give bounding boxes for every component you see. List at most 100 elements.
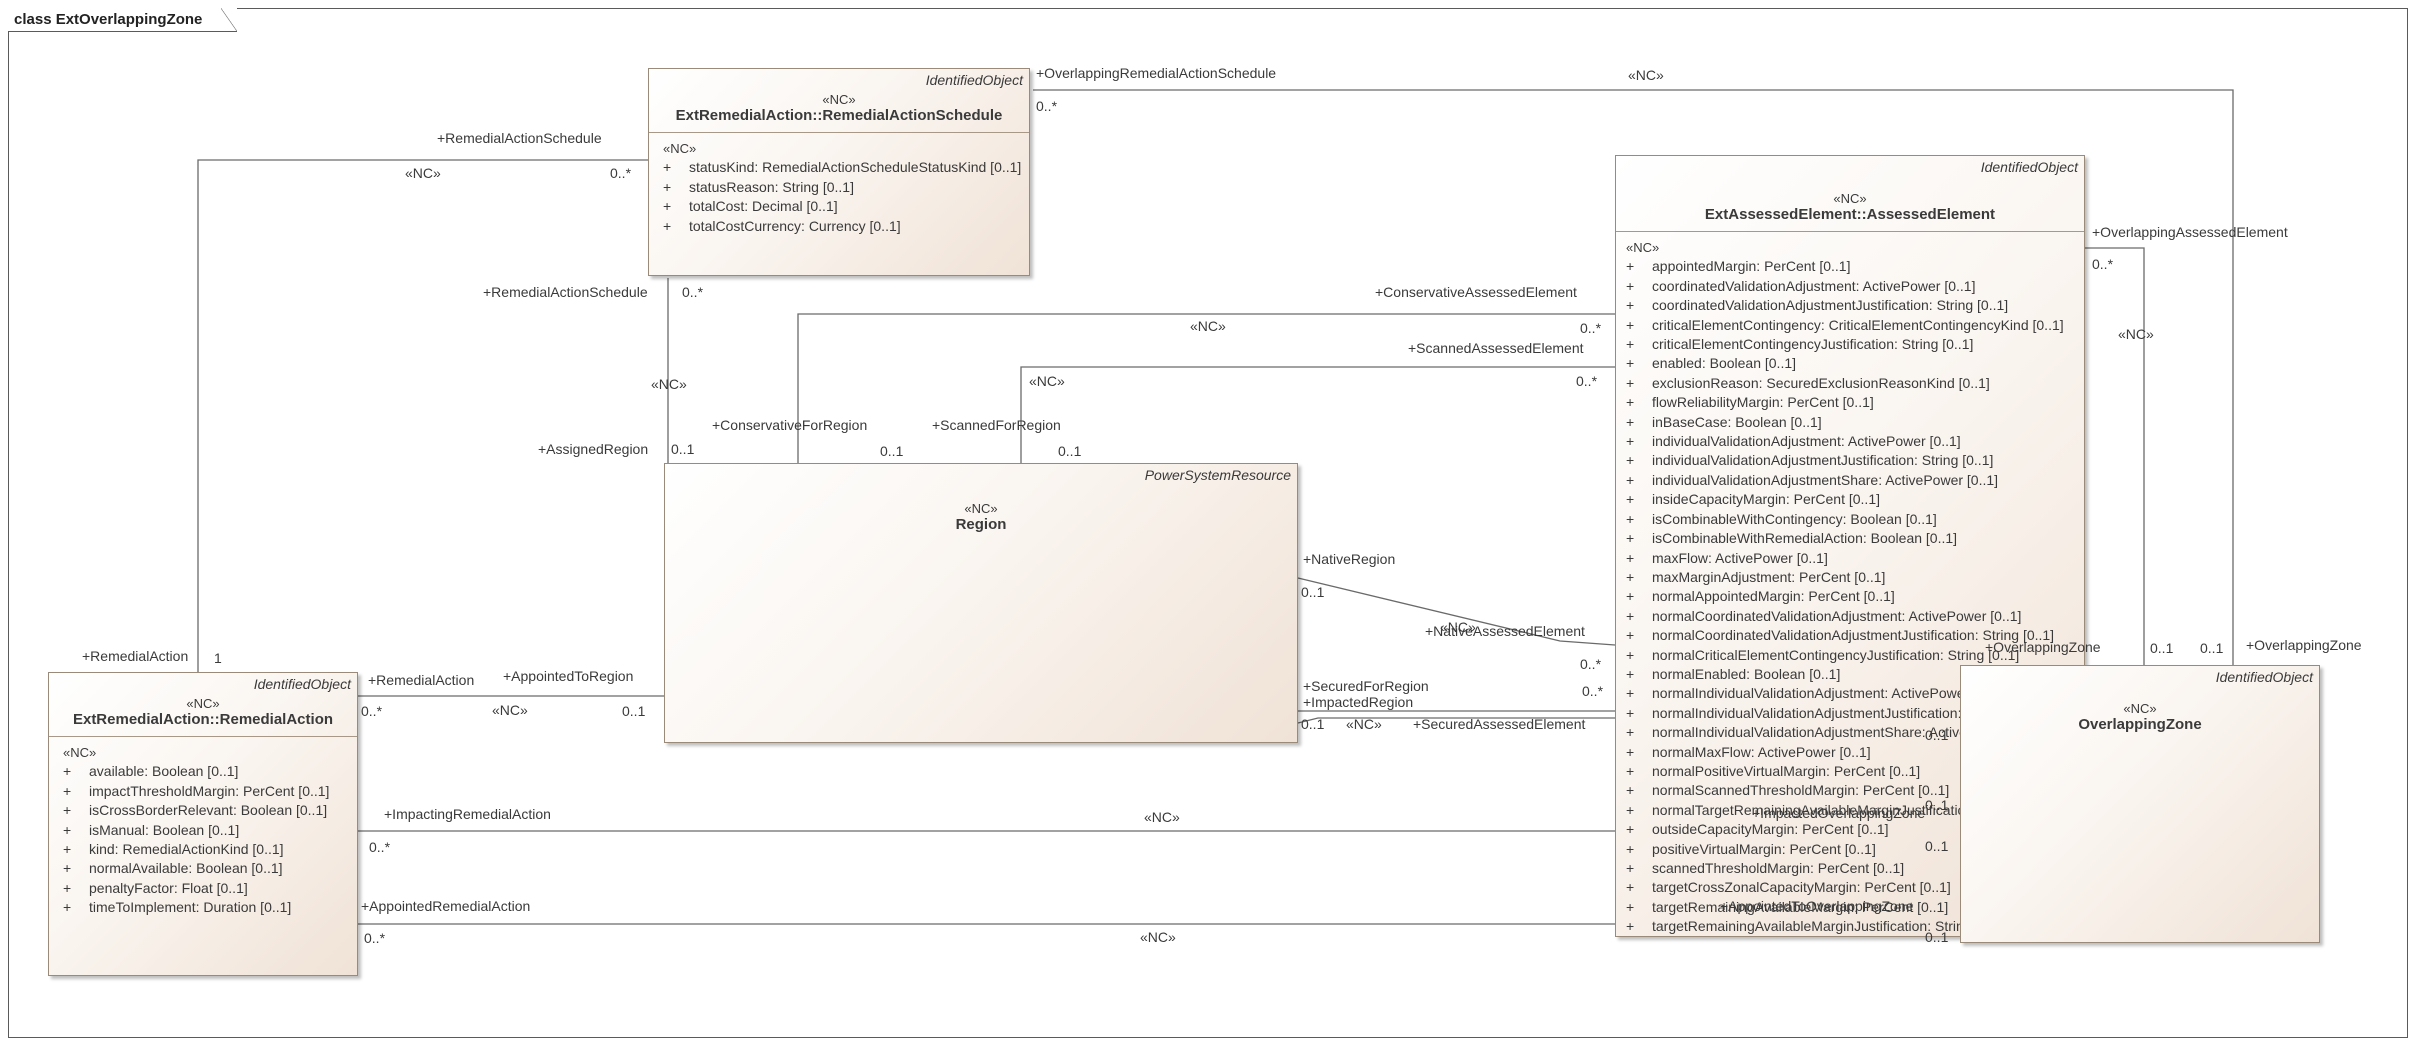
attribute-row: + criticalElementContingencyJustification…	[1626, 336, 1974, 353]
stereotype-label: «NC»	[1440, 619, 1476, 635]
attribute-row: + available: Boolean [0..1]	[63, 763, 239, 780]
attribute-row: + criticalElementContingency: CriticalEle…	[1626, 316, 2064, 333]
attribute-row: + normalAvailable: Boolean [0..1]	[63, 860, 283, 877]
attribute-row: + isCrossBorderRelevant: Boolean [0..1]	[63, 802, 328, 819]
multiplicity-label: 0..*	[682, 284, 704, 300]
multiplicity-label: 0..*	[361, 703, 383, 719]
role-label: +AppointedRemedialAction	[361, 898, 531, 914]
multiplicity-label: 0..*	[369, 839, 391, 855]
attribute-row: + statusReason: String [0..1]	[663, 178, 854, 195]
multiplicity-label: 0..1	[2150, 640, 2174, 656]
attribute-row: + maxFlow: ActivePower [0..1]	[1626, 549, 1828, 566]
stereotype-label: «NC»	[2118, 326, 2154, 342]
attribute-row: + maxMarginAdjustment: PerCent [0..1]	[1626, 568, 1886, 585]
stereotype-label: «NC»	[186, 696, 220, 711]
class-remedial-action-schedule[interactable]: IdentifiedObject «NC» ExtRemedialAction:…	[648, 68, 1030, 276]
multiplicity-label: 0..1	[1925, 838, 1949, 854]
attribute-row: + normalCoordinatedValidationAdjustment: …	[1626, 607, 2022, 624]
role-label: +AppointedToRegion	[503, 668, 634, 684]
stereotype-label: «NC»	[405, 165, 441, 181]
attribute-stereotype: «NC»	[1626, 240, 1660, 255]
parent-class-label: IdentifiedObject	[1980, 159, 2078, 175]
attribute-row: + exclusionReason: SecuredExclusionReason…	[1626, 374, 1990, 391]
class-name: Region	[955, 516, 1007, 533]
stereotype-label: «NC»	[1346, 716, 1382, 732]
multiplicity-label: 0..*	[610, 165, 632, 181]
role-label: +OverlappingAssessedElement	[2092, 224, 2288, 240]
attribute-row: + totalCostCurrency: Currency [0..1]	[663, 217, 901, 234]
multiplicity-label: 0..1	[1301, 584, 1325, 600]
attribute-stereotype: «NC»	[63, 745, 97, 760]
attribute-row: + individualValidationAdjustment: ActiveP…	[1626, 433, 1961, 450]
role-label: +RemedialActionSchedule	[483, 284, 648, 300]
class-region[interactable]: PowerSystemResource «NC» Region	[664, 463, 1298, 743]
role-label: +NativeRegion	[1303, 551, 1396, 567]
attribute-row: + enabled: Boolean [0..1]	[1626, 355, 1797, 372]
role-label: +OverlappingZone	[1985, 639, 2101, 655]
attribute-stereotype: «NC»	[663, 141, 697, 156]
class-name: ExtRemedialAction::RemedialAction	[72, 711, 334, 728]
assoc-conservative	[797, 313, 1615, 463]
class-overlapping-zone[interactable]: IdentifiedObject «NC» OverlappingZone	[1960, 665, 2320, 943]
role-label: +ConservativeAssessedElement	[1375, 284, 1577, 300]
multiplicity-label: 0..*	[1582, 683, 1604, 699]
parent-class-label: IdentifiedObject	[2215, 669, 2313, 685]
stereotype-label: «NC»	[1833, 191, 1867, 206]
multiplicity-label: 0..1	[1058, 443, 1082, 459]
attribute-row: + inBaseCase: Boolean [0..1]	[1626, 413, 1822, 430]
multiplicity-label: 0..1	[1925, 797, 1949, 813]
role-label: +ImpactingRemedialAction	[384, 806, 551, 822]
stereotype-label: «NC»	[1190, 318, 1226, 334]
multiplicity-label: 0..1	[671, 441, 695, 457]
multiplicity-label: 0..*	[1576, 373, 1598, 389]
multiplicity-label: 0..1	[622, 703, 646, 719]
stereotype-label: «NC»	[964, 501, 998, 516]
multiplicity-label: 0..1	[2200, 640, 2224, 656]
attribute-list: «NC» + available: Boolean [0..1] + impactT…	[49, 737, 357, 918]
stereotype-label: «NC»	[1144, 809, 1180, 825]
parent-class-label: IdentifiedObject	[253, 676, 351, 692]
attribute-row: + totalCost: Decimal [0..1]	[663, 198, 838, 215]
role-label: +RemedialActionSchedule	[437, 130, 602, 146]
multiplicity-label: 0..1	[1301, 716, 1325, 732]
role-label: +AppointedToOverlappingZone	[1720, 898, 1914, 914]
stereotype-label: «NC»	[1140, 929, 1176, 945]
assoc-remedial-action-schedule-top	[197, 159, 648, 672]
parent-class-label: IdentifiedObject	[925, 72, 1023, 88]
role-label: +SecuredAssessedElement	[1413, 716, 1586, 732]
attribute-row: + coordinatedValidationAdjustmentJustific…	[1626, 297, 2009, 314]
attribute-row: + statusKind: RemedialActionScheduleStatu…	[663, 159, 1022, 176]
multiplicity-label: 0..*	[2092, 256, 2114, 272]
role-label: +ImpactedOverlappingZone	[1752, 805, 1926, 821]
role-label: +ImpactedRegion	[1303, 694, 1414, 710]
class-name: ExtRemedialAction::RemedialActionSchedul…	[675, 107, 1003, 124]
role-label: +OverlappingZone	[2246, 637, 2362, 653]
assoc-overlapping-assessed	[2085, 247, 2145, 665]
role-label: +ScannedAssessedElement	[1408, 340, 1584, 356]
class-remedial-action[interactable]: IdentifiedObject «NC» ExtRemedialAction:…	[48, 672, 358, 976]
multiplicity-label: 0..1	[880, 443, 904, 459]
parent-class-label: PowerSystemResource	[1144, 467, 1291, 483]
multiplicity-label: 1	[214, 650, 222, 666]
assoc-scanned	[1020, 366, 1615, 463]
attribute-row: + penaltyFactor: Float [0..1]	[63, 879, 248, 896]
attribute-row: + impactThresholdMargin: PerCent [0..1]	[63, 782, 330, 799]
attribute-row: + timeToImplement: Duration [0..1]	[63, 899, 292, 916]
attribute-list: «NC» + statusKind: RemedialActionSchedule…	[649, 133, 1029, 236]
stereotype-label: «NC»	[1628, 67, 1664, 83]
role-label: +SecuredForRegion	[1303, 678, 1429, 694]
stereotype-label: «NC»	[2123, 701, 2157, 716]
multiplicity-label: 0..*	[364, 930, 386, 946]
role-label: +OverlappingRemedialActionSchedule	[1036, 65, 1277, 81]
stereotype-label: «NC»	[1029, 373, 1065, 389]
stereotype-label: «NC»	[822, 92, 856, 107]
attribute-row: + normalAppointedMargin: PerCent [0..1]	[1626, 588, 1895, 605]
class-name: ExtAssessedElement::AssessedElement	[1704, 206, 1996, 223]
role-label: +AssignedRegion	[538, 441, 649, 457]
stereotype-label: «NC»	[492, 702, 528, 718]
multiplicity-label: 0..*	[1580, 656, 1602, 672]
attribute-row: + individualValidationAdjustmentShare: Ac…	[1626, 471, 1999, 488]
attribute-row: + flowReliabilityMargin: PerCent [0..1]	[1626, 394, 1874, 411]
class-name: OverlappingZone	[2078, 716, 2202, 733]
attribute-row: + isManual: Boolean [0..1]	[63, 821, 240, 838]
